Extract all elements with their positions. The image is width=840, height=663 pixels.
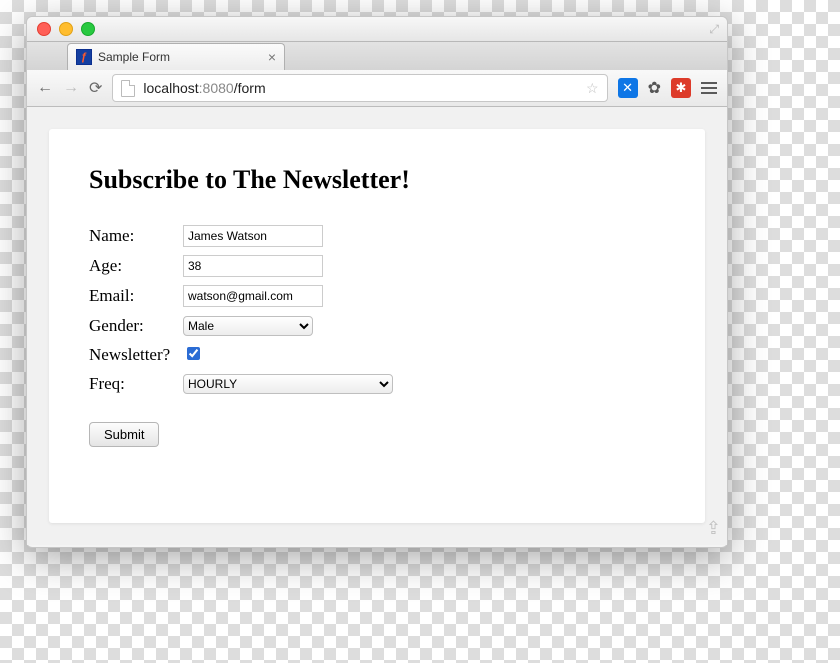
back-button[interactable]: ←: [37, 79, 53, 97]
page-viewport: Subscribe to The Newsletter! Name: Age: …: [27, 107, 727, 545]
browser-toolbar: ← → ⟳ localhost:8080/form ☆ ✕ ✿ ✱: [27, 70, 727, 107]
favicon-icon: [76, 49, 92, 65]
close-tab-icon[interactable]: ×: [268, 49, 276, 65]
age-input[interactable]: [183, 255, 323, 277]
tab-title: Sample Form: [98, 50, 170, 64]
extension-confluence-icon[interactable]: ✕: [618, 78, 638, 98]
email-label: Email:: [89, 281, 183, 311]
menu-icon[interactable]: [701, 82, 717, 94]
email-input[interactable]: [183, 285, 323, 307]
minimize-window-button[interactable]: [59, 22, 73, 36]
reload-button[interactable]: ⟳: [89, 78, 102, 98]
gender-select[interactable]: Male: [183, 316, 313, 336]
bookmark-star-icon[interactable]: ☆: [586, 80, 599, 97]
traffic-lights: [37, 22, 95, 36]
address-bar[interactable]: localhost:8080/form ☆: [112, 74, 607, 102]
url-text: localhost:8080/form: [143, 80, 265, 96]
submit-button[interactable]: Submit: [89, 422, 159, 447]
window-titlebar: ⤢: [27, 17, 727, 42]
subscribe-form: Name: Age: Email: Gender: Male: [89, 221, 393, 398]
extension-lastpass-icon[interactable]: ✱: [671, 78, 691, 98]
page-content: Subscribe to The Newsletter! Name: Age: …: [49, 129, 705, 523]
age-label: Age:: [89, 251, 183, 281]
settings-gear-icon[interactable]: ✿: [648, 78, 661, 98]
newsletter-label: Newsletter?: [89, 340, 183, 369]
name-label: Name:: [89, 221, 183, 251]
gender-label: Gender:: [89, 311, 183, 340]
freq-label: Freq:: [89, 369, 183, 398]
zoom-window-button[interactable]: [81, 22, 95, 36]
browser-tab[interactable]: Sample Form ×: [67, 43, 285, 70]
freq-select[interactable]: HOURLY: [183, 374, 393, 394]
page-icon: [121, 80, 135, 97]
tab-strip: Sample Form ×: [27, 42, 727, 70]
browser-window: ⤢ Sample Form × ← → ⟳ localhost:8080/for…: [26, 16, 728, 548]
share-icon[interactable]: ⇪: [706, 518, 721, 539]
forward-button[interactable]: →: [63, 79, 79, 97]
name-input[interactable]: [183, 225, 323, 247]
fullscreen-icon[interactable]: ⤢: [709, 22, 719, 37]
page-heading: Subscribe to The Newsletter!: [89, 165, 665, 195]
newsletter-checkbox[interactable]: [187, 347, 200, 360]
close-window-button[interactable]: [37, 22, 51, 36]
